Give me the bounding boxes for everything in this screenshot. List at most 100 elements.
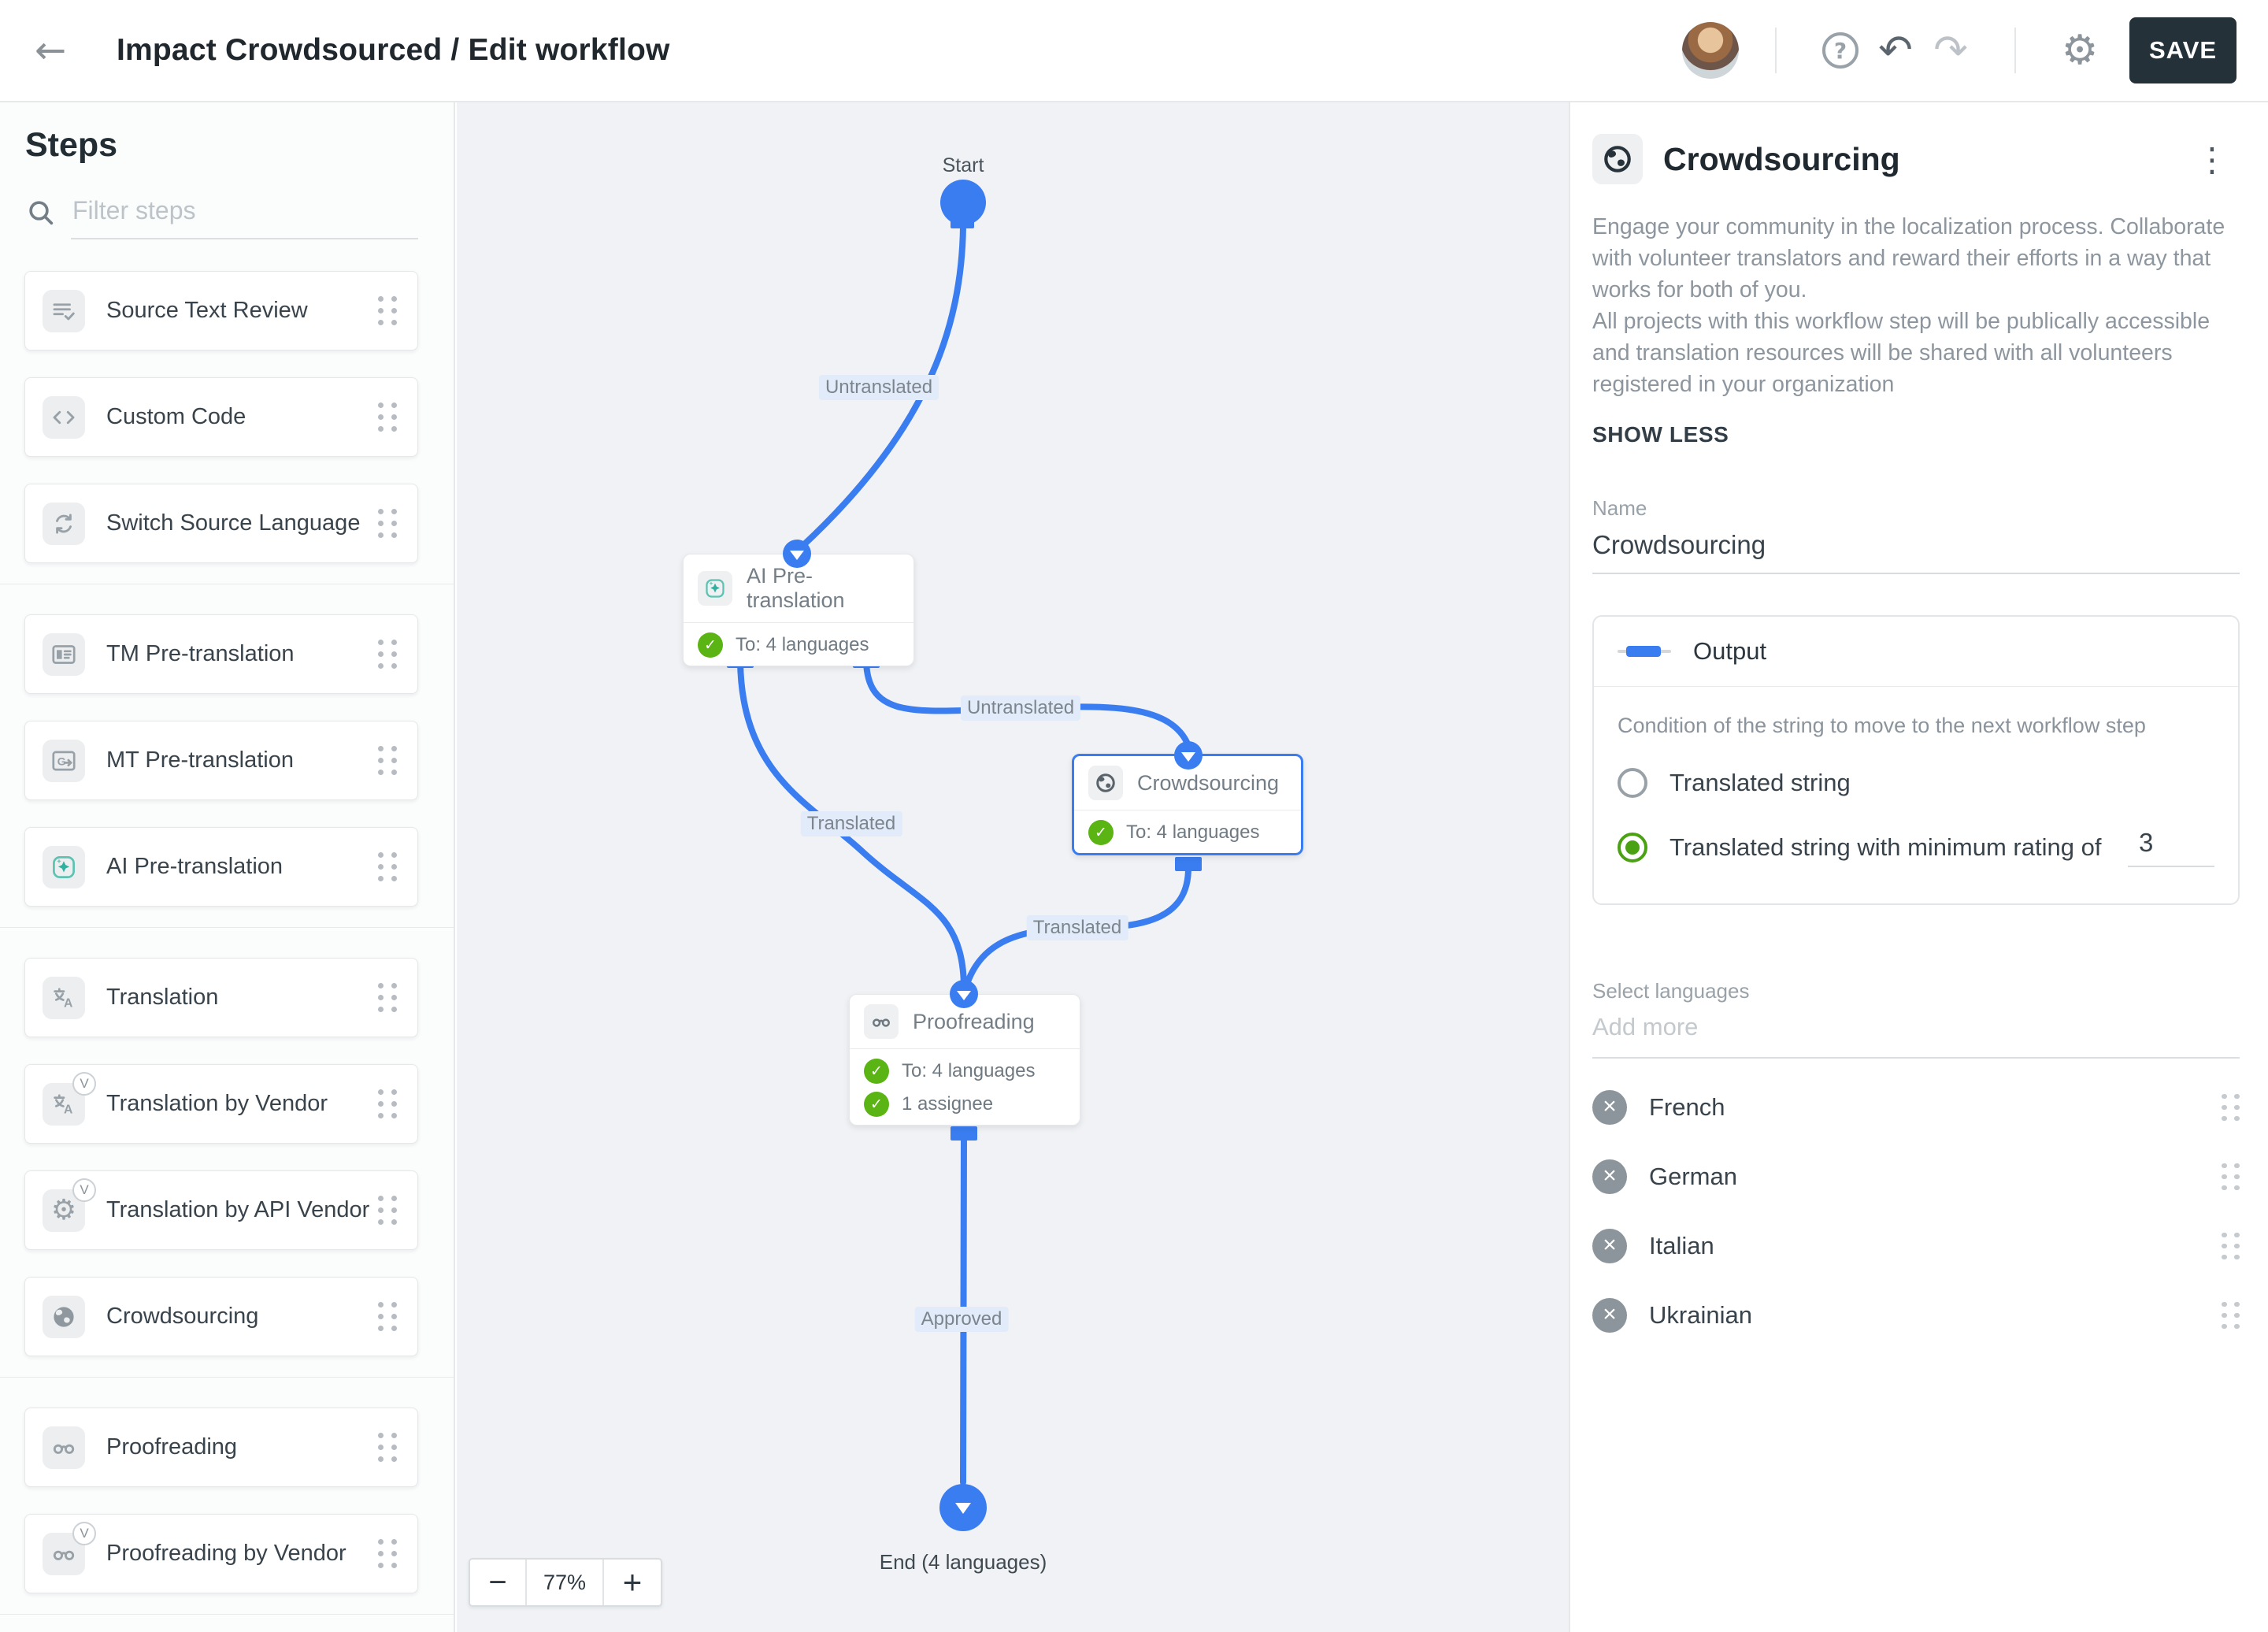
svg-text:A: A: [64, 996, 72, 1010]
drag-handle-icon[interactable]: [378, 1302, 397, 1331]
switch-language-icon: [43, 502, 85, 545]
drag-handle-icon[interactable]: [378, 746, 397, 775]
topbar-actions: ? ↶ ↷ ⚙ SAVE: [1682, 17, 2236, 83]
step-card-source-text-review[interactable]: Source Text Review: [24, 271, 418, 351]
radio-button[interactable]: [1618, 768, 1647, 798]
drag-handle-icon[interactable]: [378, 1539, 397, 1568]
step-card-ai-pre-translation[interactable]: AI Pre-translation: [24, 827, 418, 907]
drag-handle-icon[interactable]: [378, 1089, 397, 1118]
step-card-translation[interactable]: A Translation: [24, 958, 418, 1037]
step-card-proofreading[interactable]: Proofreading: [24, 1408, 418, 1487]
show-less-link[interactable]: SHOW LESS: [1592, 422, 1729, 447]
filter-steps-input[interactable]: [71, 191, 418, 239]
start-node[interactable]: [940, 180, 986, 225]
kebab-menu-icon[interactable]: ⋮: [2185, 140, 2240, 179]
name-input[interactable]: [1592, 521, 2240, 574]
step-card-proofreading-by-vendor[interactable]: V Proofreading by Vendor: [24, 1514, 418, 1593]
language-row-ukrainian: Ukrainian: [1592, 1281, 2240, 1350]
back-arrow-icon[interactable]: ←: [35, 28, 82, 72]
drag-handle-icon[interactable]: [378, 640, 397, 669]
check-circle-icon: [698, 632, 723, 658]
step-card-translation-by-api-vendor[interactable]: ⚙ V Translation by API Vendor: [24, 1170, 418, 1250]
check-circle-icon: [864, 1092, 889, 1117]
step-label: Source Text Review: [106, 298, 308, 323]
check-circle-icon: [864, 1059, 889, 1084]
drag-handle-icon[interactable]: [378, 983, 397, 1012]
radio-label: Translated string: [1670, 769, 1851, 796]
drag-handle-icon[interactable]: [2222, 1301, 2240, 1330]
output-card-title: Output: [1693, 637, 1767, 665]
page-title: Impact Crowdsourced / Edit workflow: [117, 33, 670, 67]
drag-handle-icon[interactable]: [378, 852, 397, 881]
output-card-body: Condition of the string to move to the n…: [1594, 687, 2238, 903]
edge-label: Untranslated: [818, 375, 939, 400]
drag-handle-icon[interactable]: [378, 296, 397, 325]
save-button[interactable]: SAVE: [2129, 17, 2236, 83]
language-row-french: French: [1592, 1073, 2240, 1142]
node-row: To: 4 languages: [684, 623, 914, 666]
steps-list: Source Text Review Custom Code Switch So…: [0, 239, 454, 1615]
topbar: ← Impact Crowdsourced / Edit workflow ? …: [0, 0, 2268, 102]
step-label: Translation: [106, 985, 219, 1010]
vendor-badge: V: [72, 1521, 96, 1545]
zoom-in-button[interactable]: +: [602, 1560, 661, 1605]
step-card-crowdsourcing[interactable]: Crowdsourcing: [24, 1277, 418, 1356]
node-proofreading[interactable]: Proofreading To: 4 languages 1 assignee: [849, 994, 1080, 1126]
zoom-control: − 77% +: [469, 1558, 662, 1607]
mt-pretranslation-icon: G: [43, 739, 85, 782]
remove-language-icon[interactable]: [1592, 1090, 1627, 1125]
step-card-mt-pre-translation[interactable]: G MT Pre-translation: [24, 721, 418, 800]
remove-language-icon[interactable]: [1592, 1229, 1627, 1263]
end-node[interactable]: [939, 1484, 987, 1531]
tm-pretranslation-icon: [43, 632, 85, 676]
step-label: TM Pre-translation: [106, 641, 295, 666]
group-divider: [0, 927, 454, 928]
workflow-canvas[interactable]: Start Untranslated Untranslated Translat…: [457, 102, 1569, 1632]
step-card-translation-by-vendor[interactable]: A V Translation by Vendor: [24, 1064, 418, 1144]
node-row-text: To: 4 languages: [1126, 822, 1260, 843]
drag-handle-icon[interactable]: [378, 1433, 397, 1462]
step-label: Translation by Vendor: [106, 1091, 328, 1116]
language-row-german: German: [1592, 1142, 2240, 1211]
language-name: French: [1649, 1093, 1725, 1121]
drag-handle-icon[interactable]: [378, 1196, 397, 1225]
step-card-custom-code[interactable]: Custom Code: [24, 377, 418, 457]
condition-label: Condition of the string to move to the n…: [1618, 714, 2146, 737]
help-icon[interactable]: ?: [1813, 32, 1868, 69]
ai-sparkle-icon: [43, 845, 85, 888]
output-card-header: Output: [1594, 617, 2238, 686]
edge-label: Translated: [1026, 915, 1128, 940]
step-card-tm-pre-translation[interactable]: TM Pre-translation: [24, 614, 418, 694]
drag-handle-icon[interactable]: [378, 509, 397, 538]
svg-text:A: A: [64, 1103, 72, 1116]
user-avatar[interactable]: [1682, 22, 1739, 79]
remove-language-icon[interactable]: [1592, 1298, 1627, 1333]
step-card-switch-source-language[interactable]: Switch Source Language: [24, 484, 418, 563]
add-language-input[interactable]: [1592, 1003, 2240, 1059]
minimum-rating-input[interactable]: [2128, 828, 2214, 867]
filter-steps-field: [25, 191, 418, 239]
divider: [1775, 28, 1777, 73]
language-name: German: [1649, 1163, 1737, 1190]
redo-icon: ↷: [1933, 27, 1968, 74]
edge-label: Untranslated: [960, 695, 1081, 721]
globe-icon: [1592, 134, 1643, 184]
drag-handle-icon[interactable]: [2222, 1093, 2240, 1122]
group-divider: [0, 1614, 454, 1615]
drag-handle-icon[interactable]: [2222, 1163, 2240, 1191]
node-ai-pre-translation[interactable]: AI Pre-translation To: 4 languages: [683, 554, 914, 666]
source-text-review-icon: [43, 289, 85, 332]
radio-button-selected[interactable]: [1618, 833, 1647, 862]
drag-handle-icon[interactable]: [378, 402, 397, 432]
vendor-badge: V: [72, 1071, 96, 1096]
workflow-editor-app: ← Impact Crowdsourced / Edit workflow ? …: [0, 0, 2268, 1632]
gear-icon[interactable]: ⚙: [2052, 27, 2107, 74]
step-settings-panel: Crowdsourcing ⋮ Engage your community in…: [1569, 102, 2268, 1632]
radio-option-minimum-rating: Translated string with minimum rating of: [1618, 828, 2214, 867]
node-row: To: 4 languages: [850, 1049, 1080, 1092]
remove-language-icon[interactable]: [1592, 1159, 1627, 1194]
zoom-out-button[interactable]: −: [470, 1560, 527, 1605]
output-connector-icon: [1618, 646, 1671, 657]
drag-handle-icon[interactable]: [2222, 1232, 2240, 1260]
undo-icon[interactable]: ↶: [1868, 27, 1923, 74]
